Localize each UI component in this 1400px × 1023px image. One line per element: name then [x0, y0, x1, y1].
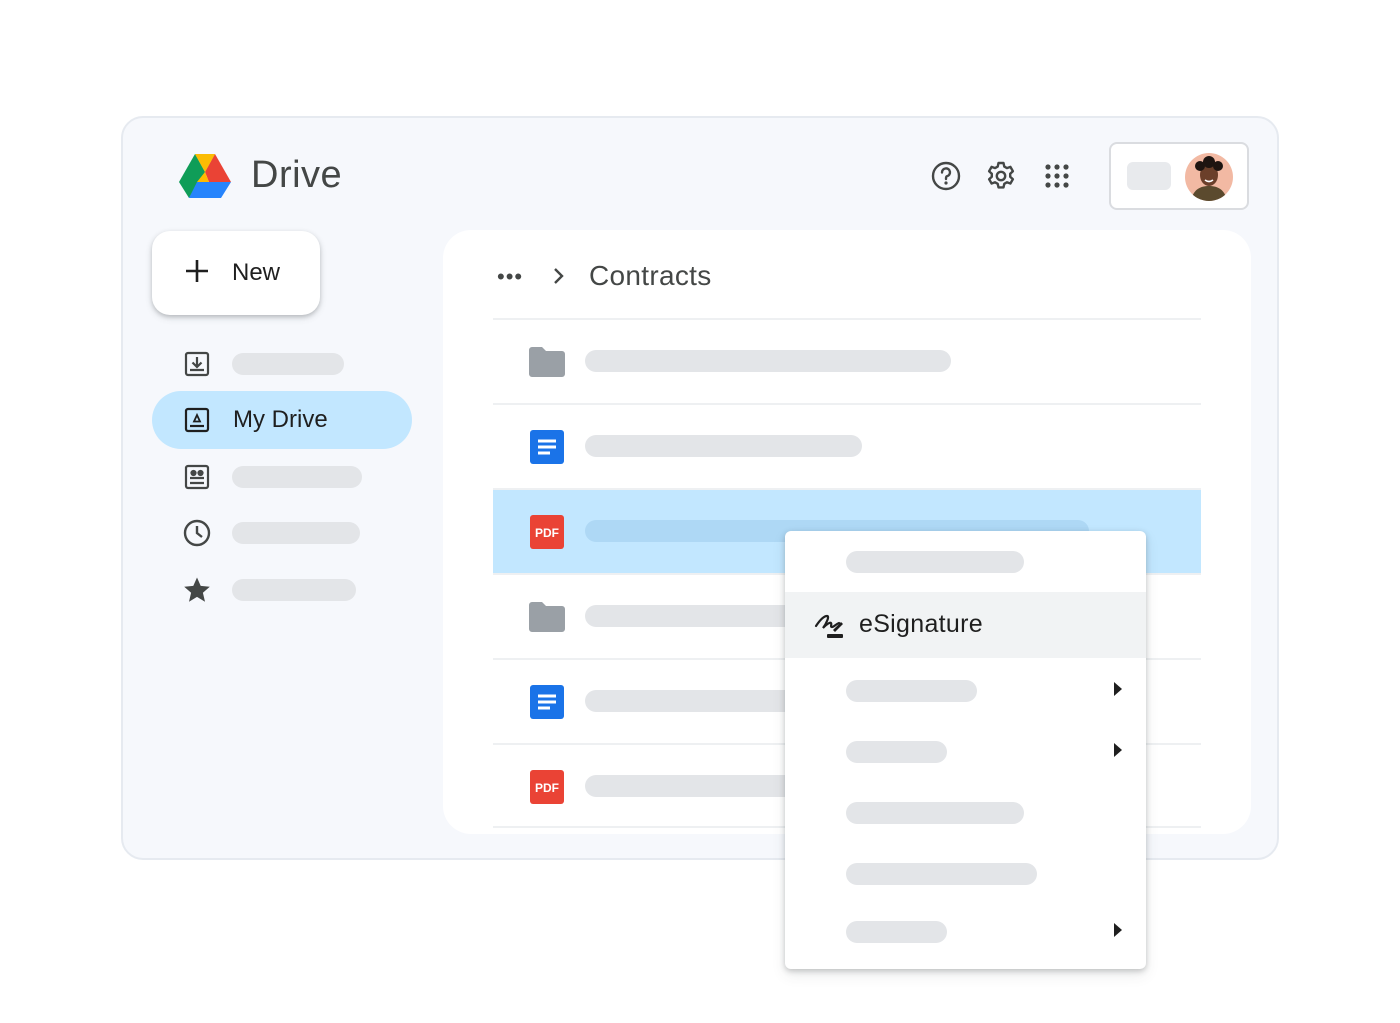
menu-item-label: [846, 680, 977, 702]
menu-item-label: eSignature: [859, 610, 983, 638]
menu-item-label: [846, 741, 947, 763]
sidebar-item-label: My Drive: [233, 406, 328, 433]
inbox-download-icon: [183, 350, 211, 378]
menu-item-esignature[interactable]: eSignature: [785, 592, 1146, 658]
submenu-arrow-icon: [1114, 923, 1122, 937]
esignature-icon: [814, 614, 843, 638]
file-name: [585, 435, 862, 457]
folder-icon: [527, 344, 567, 380]
sidebar-item-5[interactable]: [152, 561, 412, 619]
plus-icon: [184, 256, 210, 290]
account-name-placeholder: [1127, 162, 1171, 190]
app-title: Drive: [251, 154, 343, 196]
shared-contacts-icon: [183, 463, 211, 491]
menu-item[interactable]: [785, 782, 1146, 842]
sidebar-item-3[interactable]: [152, 448, 412, 506]
sidebar-item-1[interactable]: [152, 335, 412, 393]
svg-text:PDF: PDF: [535, 781, 559, 795]
help-icon[interactable]: [930, 160, 962, 192]
new-button-label: New: [232, 259, 281, 286]
sidebar-item-4[interactable]: [152, 504, 412, 562]
my-drive-icon: [183, 406, 211, 434]
breadcrumb-current-folder[interactable]: Contracts: [589, 260, 712, 292]
menu-item[interactable]: [785, 531, 1146, 591]
svg-text:PDF: PDF: [535, 526, 559, 540]
menu-item-submenu[interactable]: [785, 901, 1146, 961]
chevron-right-icon: [551, 266, 567, 291]
submenu-arrow-icon: [1114, 743, 1122, 757]
menu-item-label: [846, 863, 1037, 885]
submenu-arrow-icon: [1114, 682, 1122, 696]
sidebar-item-label: [232, 522, 360, 544]
menu-item-submenu[interactable]: [785, 660, 1146, 720]
docs-icon: [527, 429, 567, 465]
menu-item-label: [846, 921, 947, 943]
menu-item[interactable]: [785, 843, 1146, 903]
menu-item-label: [846, 551, 1024, 573]
file-row-folder[interactable]: [493, 318, 1201, 403]
sidebar-item-label: [232, 353, 344, 375]
new-button[interactable]: New: [152, 231, 320, 315]
settings-gear-icon[interactable]: [985, 160, 1017, 192]
breadcrumb-more-button[interactable]: •••: [497, 264, 523, 290]
pdf-icon: PDF: [527, 769, 567, 805]
file-name: [585, 350, 951, 372]
starred-icon: [183, 576, 211, 604]
apps-grid-icon[interactable]: [1041, 160, 1073, 192]
avatar[interactable]: [1185, 153, 1233, 201]
pdf-icon: PDF: [527, 514, 567, 550]
sidebar-item-label: [232, 466, 362, 488]
menu-item-submenu[interactable]: [785, 721, 1146, 781]
docs-icon: [527, 684, 567, 720]
menu-item-label: [846, 802, 1024, 824]
recent-clock-icon: [183, 519, 211, 547]
sidebar-item-my-drive[interactable]: My Drive: [152, 391, 412, 449]
account-switcher[interactable]: [1109, 142, 1249, 210]
drive-logo-icon: [179, 154, 231, 198]
context-menu: eSignature: [785, 531, 1146, 969]
file-row-doc[interactable]: [493, 403, 1201, 488]
folder-icon: [527, 599, 567, 635]
sidebar-item-label: [232, 579, 356, 601]
